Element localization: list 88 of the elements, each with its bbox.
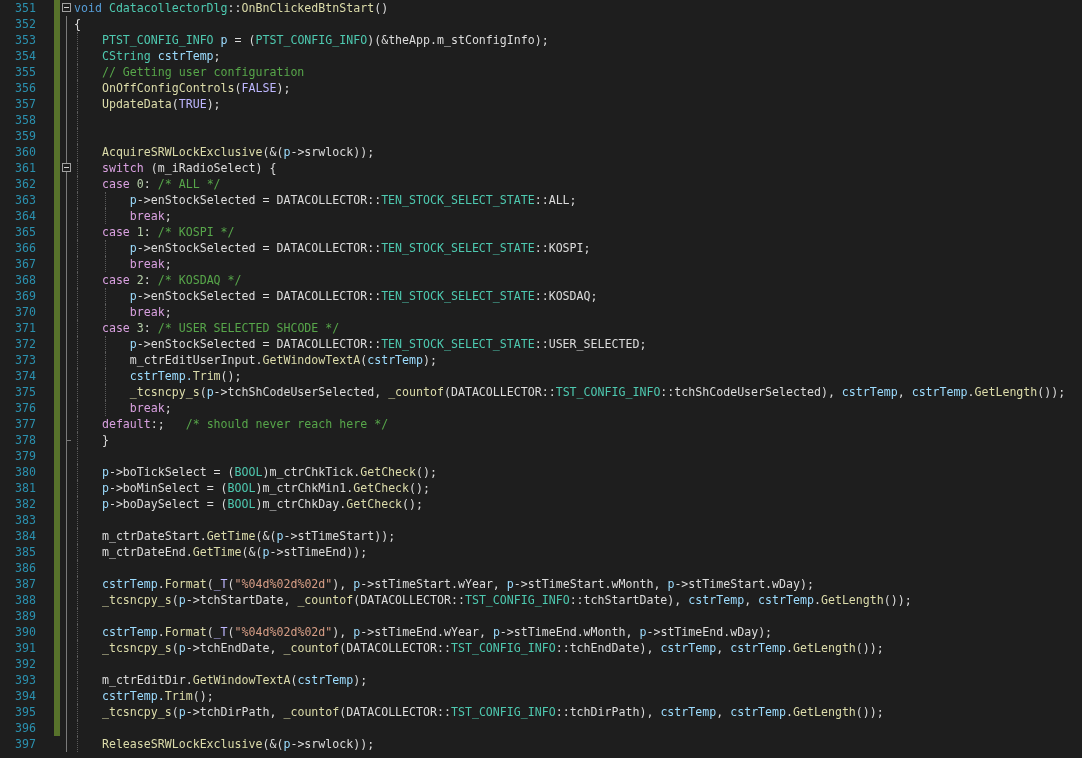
line-number: 362 bbox=[14, 176, 36, 192]
line-number: 364 bbox=[14, 208, 36, 224]
code-line: CString cstrTemp; bbox=[100, 48, 222, 64]
code-line: break; bbox=[128, 256, 173, 272]
line-number: 383 bbox=[14, 512, 36, 528]
line-number: 377 bbox=[14, 416, 36, 432]
code-line: default:; /* should never reach here */ bbox=[100, 416, 390, 432]
line-number: 363 bbox=[14, 192, 36, 208]
code-line: // Getting user configuration bbox=[100, 64, 306, 80]
line-number: 352 bbox=[14, 16, 36, 32]
code-line: m_ctrDateEnd.GetTime(&(p->stTimeEnd)); bbox=[100, 544, 369, 560]
collapse-icon[interactable] bbox=[62, 163, 71, 172]
line-number: 389 bbox=[14, 608, 36, 624]
line-number: 395 bbox=[14, 704, 36, 720]
code-line: void CdatacollectorDlg::OnBnClickedBtnStart() bbox=[74, 0, 390, 16]
code-line: _tcsncpy_s(p->tchStartDate, _countof(DATACOLLECTOR::TST_CONFIG_INFO::tchStartDate), cstrTemp, cstrTemp.GetLength()); bbox=[100, 592, 913, 608]
line-number: 374 bbox=[14, 368, 36, 384]
code-line: cstrTemp.Trim(); bbox=[128, 368, 243, 384]
code-line: p->enStockSelected = DATACOLLECTOR::TEN_STOCK_SELECT_STATE::KOSDAQ; bbox=[128, 288, 599, 304]
line-number: 378 bbox=[14, 432, 36, 448]
code-line: } bbox=[100, 432, 110, 448]
line-number: 387 bbox=[14, 576, 36, 592]
line-number: 355 bbox=[14, 64, 36, 80]
code-line: break; bbox=[128, 400, 173, 416]
code-line: p->boTickSelect = (BOOL)m_ctrChkTick.GetCheck(); bbox=[100, 464, 438, 480]
code-line: AcquireSRWLockExclusive(&(p->srwlock)); bbox=[100, 144, 376, 160]
line-number: 379 bbox=[14, 448, 36, 464]
line-number: 381 bbox=[14, 480, 36, 496]
code-line: p->enStockSelected = DATACOLLECTOR::TEN_STOCK_SELECT_STATE::KOSPI; bbox=[128, 240, 592, 256]
line-number: 369 bbox=[14, 288, 36, 304]
line-number: 351 bbox=[14, 0, 36, 16]
code-line: { bbox=[74, 16, 82, 32]
line-number: 391 bbox=[14, 640, 36, 656]
code-line: p->enStockSelected = DATACOLLECTOR::TEN_STOCK_SELECT_STATE::USER_SELECTED; bbox=[128, 336, 648, 352]
line-number: 397 bbox=[14, 736, 36, 752]
code-line: break; bbox=[128, 304, 173, 320]
code-line: m_ctrDateStart.GetTime(&(p->stTimeStart)); bbox=[100, 528, 397, 544]
code-line: case 2: /* KOSDAQ */ bbox=[100, 272, 243, 288]
code-line: p->boDaySelect = (BOOL)m_ctrChkDay.GetCheck(); bbox=[100, 496, 425, 512]
line-number: 371 bbox=[14, 320, 36, 336]
code-line: _tcsncpy_s(p->tchShCodeUserSelected, _countof(DATACOLLECTOR::TST_CONFIG_INFO::tchShCodeUserSelected), cstrTemp, cstrTemp.GetLength()); bbox=[128, 384, 1067, 400]
line-number: 358 bbox=[14, 112, 36, 128]
code-line: _tcsncpy_s(p->tchEndDate, _countof(DATACOLLECTOR::TST_CONFIG_INFO::tchEndDate), cstrTemp, cstrTemp.GetLength()); bbox=[100, 640, 885, 656]
code-line: PTST_CONFIG_INFO p = (PTST_CONFIG_INFO)(&theApp.m_stConfigInfo); bbox=[100, 32, 550, 48]
line-number: 394 bbox=[14, 688, 36, 704]
line-number: 353 bbox=[14, 32, 36, 48]
code-line: cstrTemp.Trim(); bbox=[100, 688, 215, 704]
line-number: 388 bbox=[14, 592, 36, 608]
code-line: OnOffConfigControls(FALSE); bbox=[100, 80, 292, 96]
line-number: 354 bbox=[14, 48, 36, 64]
line-number: 392 bbox=[14, 656, 36, 672]
line-number: 359 bbox=[14, 128, 36, 144]
line-number: 370 bbox=[14, 304, 36, 320]
line-number: 357 bbox=[14, 96, 36, 112]
line-number: 380 bbox=[14, 464, 36, 480]
code-line: case 3: /* USER SELECTED SHCODE */ bbox=[100, 320, 341, 336]
code-line: m_ctrEditUserInput.GetWindowTextA(cstrTemp); bbox=[128, 352, 438, 368]
line-number: 375 bbox=[14, 384, 36, 400]
line-number: 386 bbox=[14, 560, 36, 576]
code-line: ReleaseSRWLockExclusive(&(p->srwlock)); bbox=[100, 736, 376, 752]
line-number: 384 bbox=[14, 528, 36, 544]
collapse-icon[interactable] bbox=[62, 3, 71, 12]
line-number: 390 bbox=[14, 624, 36, 640]
line-number: 365 bbox=[14, 224, 36, 240]
line-number: 367 bbox=[14, 256, 36, 272]
code-line: UpdateData(TRUE); bbox=[100, 96, 222, 112]
code-line: _tcsncpy_s(p->tchDirPath, _countof(DATACOLLECTOR::TST_CONFIG_INFO::tchDirPath), cstrTemp, cstrTemp.GetLength()); bbox=[100, 704, 885, 720]
code-line: cstrTemp.Format(_T("%04d%02d%02d"), p->stTimeStart.wYear, p->stTimeStart.wMonth, p->stTimeStart.wDay); bbox=[100, 576, 815, 592]
code-line: case 0: /* ALL */ bbox=[100, 176, 222, 192]
code-line: m_ctrEditDir.GetWindowTextA(cstrTemp); bbox=[100, 672, 369, 688]
line-number: 396 bbox=[14, 720, 36, 736]
line-number: 366 bbox=[14, 240, 36, 256]
line-number: 372 bbox=[14, 336, 36, 352]
line-number: 382 bbox=[14, 496, 36, 512]
line-number: 373 bbox=[14, 352, 36, 368]
line-number: 393 bbox=[14, 672, 36, 688]
line-number: 361 bbox=[14, 160, 36, 176]
line-number: 356 bbox=[14, 80, 36, 96]
code-line: break; bbox=[128, 208, 173, 224]
line-number: 368 bbox=[14, 272, 36, 288]
code-line: switch (m_iRadioSelect) { bbox=[100, 160, 278, 176]
code-line: p->boMinSelect = (BOOL)m_ctrChkMin1.GetCheck(); bbox=[100, 480, 432, 496]
line-number: 360 bbox=[14, 144, 36, 160]
code-line: p->enStockSelected = DATACOLLECTOR::TEN_STOCK_SELECT_STATE::ALL; bbox=[128, 192, 578, 208]
line-number: 376 bbox=[14, 400, 36, 416]
line-number: 385 bbox=[14, 544, 36, 560]
code-line: cstrTemp.Format(_T("%04d%02d%02d"), p->stTimeEnd.wYear, p->stTimeEnd.wMonth, p->stTimeEnd.wDay); bbox=[100, 624, 774, 640]
code-line: case 1: /* KOSPI */ bbox=[100, 224, 236, 240]
